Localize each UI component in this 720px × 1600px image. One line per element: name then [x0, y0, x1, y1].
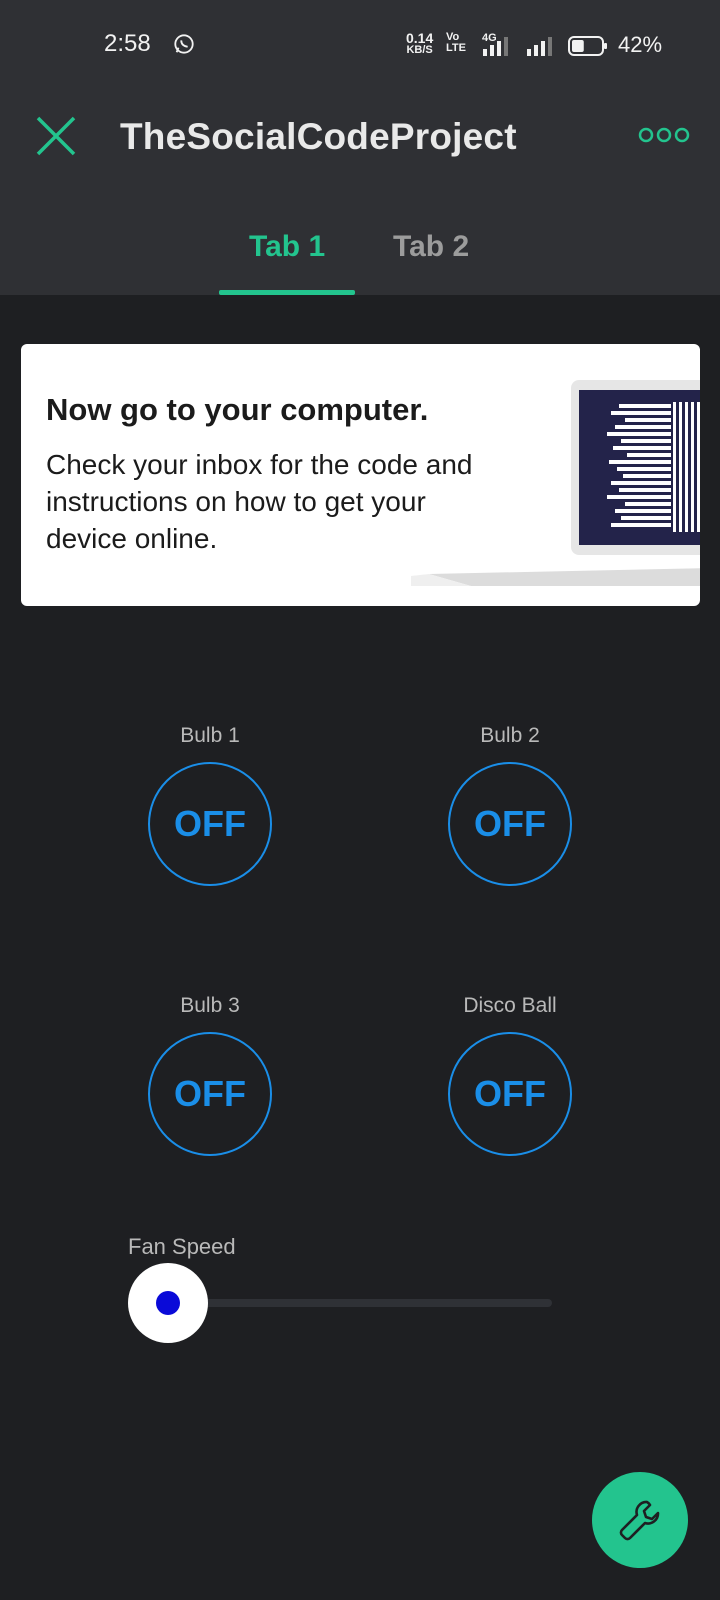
- volte-bottom: LTE: [446, 42, 466, 54]
- bulb-1-label: Bulb 1: [180, 724, 240, 747]
- bulb-1-button[interactable]: OFF: [148, 762, 272, 886]
- fan-speed-slider-thumb[interactable]: [128, 1263, 208, 1343]
- signal-icon-2: [527, 37, 552, 56]
- fan-speed-label: Fan Speed: [128, 1234, 236, 1259]
- fan-speed-track[interactable]: [168, 1299, 552, 1307]
- disco-ball-label: Disco Ball: [463, 994, 557, 1017]
- tab-2[interactable]: Tab 2: [393, 230, 469, 264]
- card-title: Now go to your computer.: [46, 392, 429, 427]
- network-speed-value: 0.14: [406, 30, 434, 46]
- app-header: 2:58 0.14 KB/S Vo LTE 4G 42% TheSocialCo…: [0, 0, 720, 295]
- status-time: 2:58: [104, 30, 151, 57]
- tab-indicator: [219, 290, 355, 295]
- info-card: Now go to your computer. Check your inbo…: [21, 344, 700, 606]
- laptop-illustration: [411, 380, 700, 586]
- volte-indicator: Vo LTE: [446, 32, 466, 54]
- network-speed-unit: KB/S: [406, 44, 433, 56]
- battery-icon: [568, 36, 607, 56]
- bulb-2-label: Bulb 2: [480, 724, 540, 747]
- bulb-2-button[interactable]: OFF: [448, 762, 572, 886]
- tab-1[interactable]: Tab 1: [249, 230, 325, 264]
- disco-ball-button[interactable]: OFF: [448, 1032, 572, 1156]
- slider-dot: [156, 1291, 180, 1315]
- network-speed: 0.14 KB/S: [406, 30, 434, 56]
- bulb-3-label: Bulb 3: [180, 994, 240, 1017]
- page-title: TheSocialCodeProject: [120, 116, 517, 157]
- bulb-3-button[interactable]: OFF: [148, 1032, 272, 1156]
- whatsapp-icon: [174, 34, 194, 54]
- wrench-icon: [619, 1500, 660, 1541]
- settings-fab[interactable]: [592, 1472, 688, 1568]
- signal-icon: [483, 37, 508, 56]
- battery-percent: 42%: [618, 32, 663, 57]
- more-options-icon[interactable]: [638, 126, 690, 144]
- close-icon[interactable]: [34, 114, 78, 158]
